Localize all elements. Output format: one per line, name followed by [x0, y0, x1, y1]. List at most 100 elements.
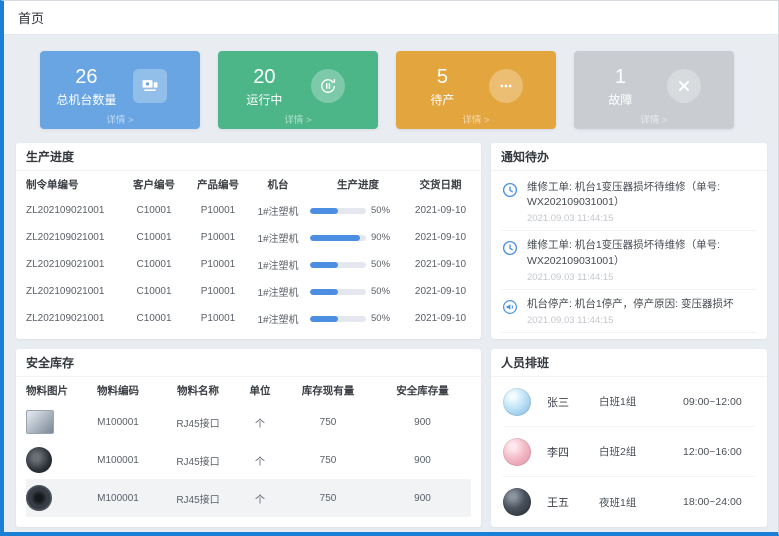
progress-cell: 50% — [306, 205, 410, 216]
card-detail-link[interactable]: 详情 > — [40, 112, 200, 126]
production-table: 制令单编号 客户编号 产品编号 机台 生产进度 交货日期 ZL202109021… — [16, 171, 481, 332]
card-label: 待产 — [396, 91, 489, 108]
table-row: ZL202109021001 C10001 P10001 1#注塑机 50% 2… — [26, 197, 471, 224]
schedule-row: 张三 白班1组 09:00~12:00 — [503, 377, 755, 427]
panel-title: 安全库存 — [16, 349, 481, 377]
card-text: 26 总机台数量 — [40, 65, 133, 108]
schedule-row: 王五 夜班1组 18:00~24:00 — [503, 477, 755, 527]
machine-cell: 1#注塑机 — [250, 311, 306, 326]
notification-body: 机台停产: 机台1停产，停产原因: 变压器损坏 2021.09.03 11:44… — [527, 297, 734, 326]
table-row: ZL202109021001 C10001 P10001 1#注塑机 50% 2… — [26, 278, 471, 305]
col-header: 库存现有量 — [282, 383, 374, 398]
safety-stock-panel: 安全库存 物料图片 物料编码 物料名称 单位 库存现有量 安全库存量 M1000… — [16, 349, 481, 527]
col-header: 物料图片 — [26, 383, 78, 398]
card-fault[interactable]: 1 故障 详情 > — [574, 51, 734, 129]
progress-cell: 50% — [306, 313, 410, 324]
top-bar: 首页 — [4, 1, 778, 35]
waiting-icon — [489, 69, 523, 103]
card-text: 20 运行中 — [218, 65, 311, 108]
shift-time: 12:00~16:00 — [683, 446, 742, 458]
safety-stock-cell: 900 — [374, 417, 471, 428]
notification-time: 2021.09.03 11:44:15 — [527, 315, 734, 326]
card-value: 1 — [574, 65, 667, 89]
material-code-cell: M100001 — [78, 417, 158, 428]
col-header: 安全库存量 — [374, 383, 471, 398]
person-name: 张三 — [547, 394, 599, 410]
date-cell: 2021-09-10 — [410, 232, 471, 243]
card-detail-link[interactable]: 详情 > — [396, 112, 556, 126]
table-row: M100001 RJ45接口 个 750 900 — [26, 479, 471, 517]
material-image — [26, 410, 54, 434]
customer-cell: C10001 — [122, 286, 186, 297]
clock-icon — [501, 239, 519, 257]
progress-bar — [310, 235, 366, 241]
machine-icon — [133, 69, 167, 103]
person-name: 王五 — [547, 494, 599, 510]
progress-cell: 50% — [306, 259, 410, 270]
col-header: 物料编码 — [78, 383, 158, 398]
order-cell: ZL202109021001 — [26, 286, 122, 297]
product-cell: P10001 — [186, 232, 250, 243]
progress-label: 50% — [371, 259, 390, 270]
card-value: 5 — [396, 65, 489, 89]
stock-cell: 750 — [282, 455, 374, 466]
card-detail-link[interactable]: 详情 > — [574, 112, 734, 126]
card-detail-link[interactable]: 详情 > — [218, 112, 378, 126]
notification-item[interactable]: 计划暂停: 机台1生产计划已暂停 2021.09.03 11:44:15 — [501, 333, 757, 339]
schedule-list: 张三 白班1组 09:00~12:00 李四 白班2组 12:00~16:00 … — [491, 377, 767, 527]
stock-cell: 750 — [282, 493, 374, 504]
notification-time: 2021.09.03 11:44:15 — [527, 213, 757, 224]
date-cell: 2021-09-10 — [410, 259, 471, 270]
safety-stock-cell: 900 — [374, 493, 471, 504]
table-header: 制令单编号 客户编号 产品编号 机台 生产进度 交货日期 — [26, 171, 471, 197]
order-cell: ZL202109021001 — [26, 313, 122, 324]
order-cell: ZL202109021001 — [26, 205, 122, 216]
material-name-cell: RJ45接口 — [158, 453, 238, 468]
customer-cell: C10001 — [122, 205, 186, 216]
customer-cell: C10001 — [122, 259, 186, 270]
avatar — [503, 388, 531, 416]
shift-label: 夜班1组 — [599, 495, 683, 510]
notification-item[interactable]: 维修工单: 机台1变压器损坏待维修（单号: WX202109031001） 20… — [501, 231, 757, 289]
col-header: 交货日期 — [410, 177, 471, 192]
safety-stock-cell: 900 — [374, 455, 471, 466]
progress-label: 50% — [371, 286, 390, 297]
table-row: ZL202109021001 C10001 P10001 1#注塑机 50% 2… — [26, 305, 471, 332]
card-running[interactable]: 20 运行中 详情 > — [218, 51, 378, 129]
notification-item[interactable]: 机台停产: 机台1停产，停产原因: 变压器损坏 2021.09.03 11:44… — [501, 290, 757, 333]
customer-cell: C10001 — [122, 313, 186, 324]
stat-cards-row: 26 总机台数量 详情 > 20 运行中 — [16, 43, 766, 143]
card-label: 故障 — [574, 91, 667, 108]
col-header: 机台 — [250, 177, 306, 192]
material-image — [26, 447, 52, 473]
card-value: 26 — [40, 65, 133, 89]
stock-cell: 750 — [282, 417, 374, 428]
progress-cell: 50% — [306, 286, 410, 297]
product-cell: P10001 — [186, 205, 250, 216]
card-total-machines[interactable]: 26 总机台数量 详情 > — [40, 51, 200, 129]
panel-title: 通知待办 — [491, 143, 767, 171]
avatar — [503, 438, 531, 466]
col-header: 生产进度 — [306, 177, 410, 192]
progress-cell: 90% — [306, 232, 410, 243]
shift-label: 白班1组 — [599, 394, 683, 409]
table-row: ZL202109021001 C10001 P10001 1#注塑机 90% 2… — [26, 224, 471, 251]
material-name-cell: RJ45接口 — [158, 415, 238, 430]
notification-text: 机台停产: 机台1停产，停产原因: 变压器损坏 — [527, 297, 734, 312]
col-header: 客户编号 — [122, 177, 186, 192]
table-row: ZL202109021001 C10001 P10001 1#注塑机 50% 2… — [26, 251, 471, 278]
table-row: M100001 RJ45接口 个 750 900 — [26, 441, 471, 479]
card-label: 运行中 — [218, 91, 311, 108]
order-cell: ZL202109021001 — [26, 259, 122, 270]
card-value: 20 — [218, 65, 311, 89]
panel-title: 人员排班 — [491, 349, 767, 377]
notification-item[interactable]: 维修工单: 机台1变压器损坏待维修（单号: WX202109031001） 20… — [501, 173, 757, 231]
tab-home[interactable]: 首页 — [18, 8, 44, 27]
card-waiting[interactable]: 5 待产 详情 > — [396, 51, 556, 129]
shift-label: 白班2组 — [599, 444, 683, 459]
inventory-table: 物料图片 物料编码 物料名称 单位 库存现有量 安全库存量 M100001 RJ… — [16, 377, 481, 517]
material-name-cell: RJ45接口 — [158, 491, 238, 506]
notification-body: 维修工单: 机台1变压器损坏待维修（单号: WX202109031001） 20… — [527, 180, 757, 224]
material-image — [26, 485, 52, 511]
progress-label: 90% — [371, 232, 390, 243]
